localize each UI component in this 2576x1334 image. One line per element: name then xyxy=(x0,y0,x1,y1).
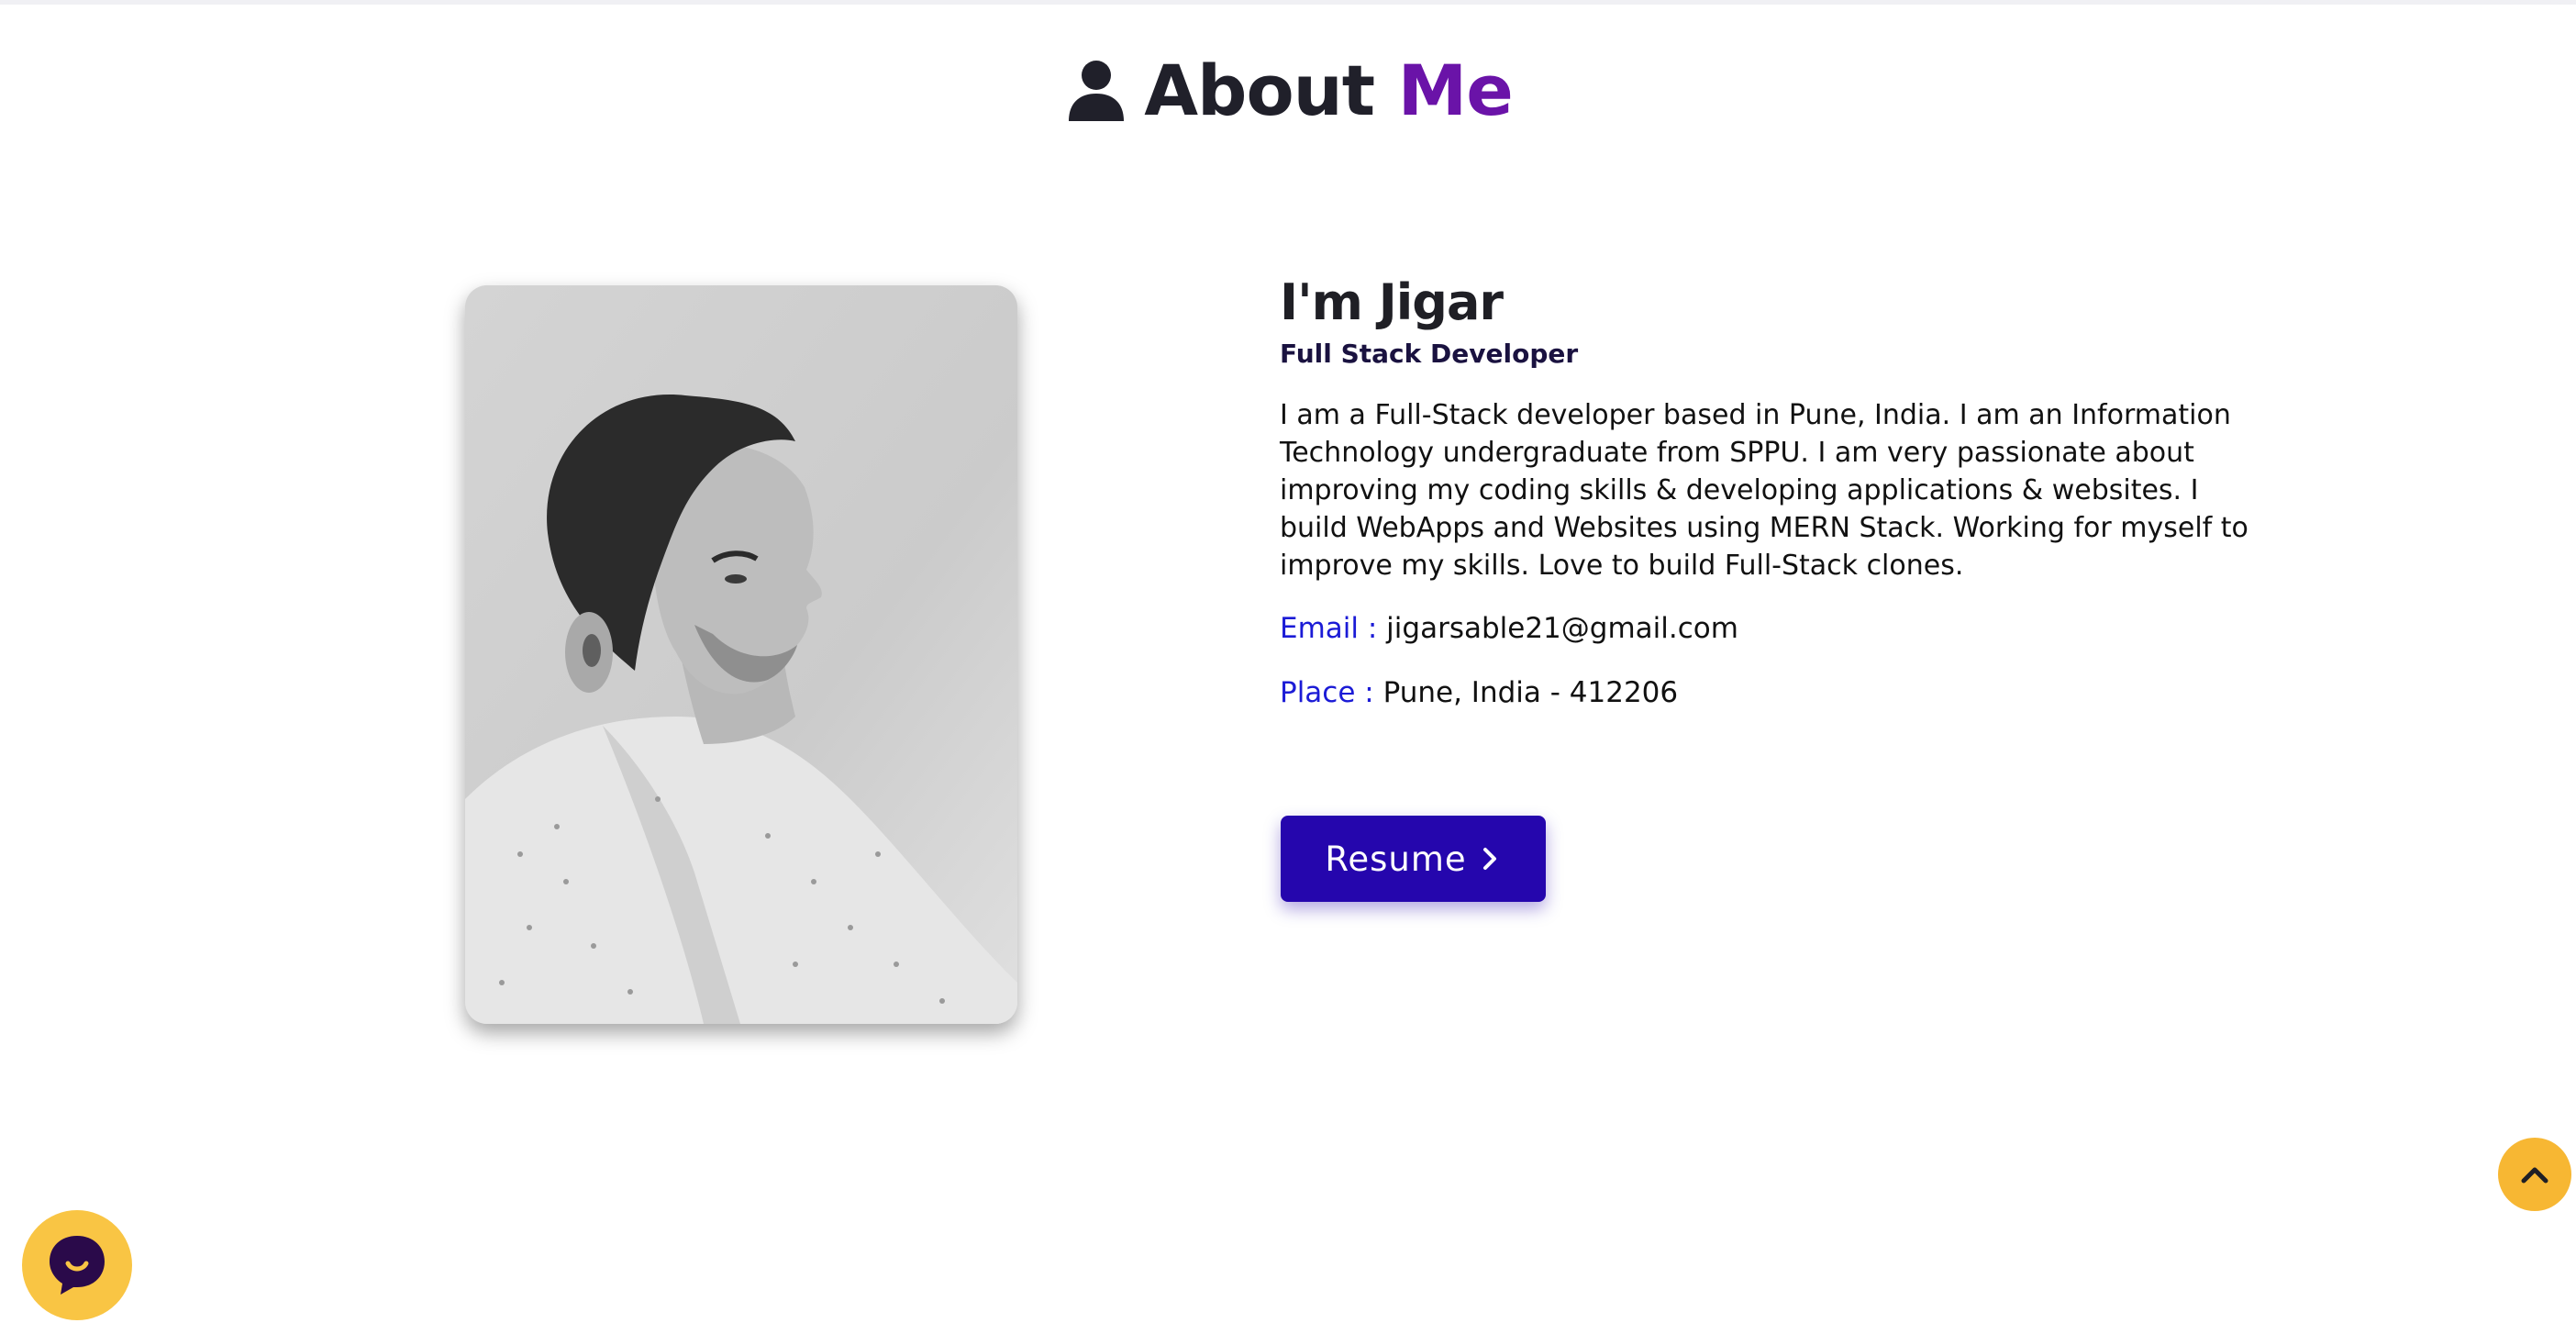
resume-label: Resume xyxy=(1325,839,1467,879)
user-icon xyxy=(1069,61,1125,121)
page-title: About Me xyxy=(1144,49,1514,131)
place-line: Place : Pune, India - 412206 xyxy=(1280,674,2271,711)
email-line: Email : jigarsable21@gmail.com xyxy=(1280,610,2271,647)
email-label: Email : xyxy=(1280,612,1378,645)
about-content: I'm Jigar Full Stack Developer I am a Fu… xyxy=(1280,273,2271,711)
chat-widget-button[interactable] xyxy=(22,1210,132,1320)
chevron-right-icon xyxy=(1482,848,1496,870)
profile-role: Full Stack Developer xyxy=(1280,339,1579,369)
top-border xyxy=(0,0,2576,5)
resume-button[interactable]: Resume xyxy=(1281,816,1546,902)
section-heading: About Me xyxy=(0,48,2576,132)
scroll-to-top-button[interactable] xyxy=(2498,1138,2571,1211)
place-value: Pune, India - 412206 xyxy=(1382,676,1679,709)
title-plain: About xyxy=(1144,49,1375,131)
chat-bubble-icon xyxy=(50,1236,105,1295)
title-accent: Me xyxy=(1397,49,1514,131)
profile-photo xyxy=(465,285,1017,1024)
profile-bio: I am a Full-Stack developer based in Pun… xyxy=(1280,399,2248,582)
place-label: Place : xyxy=(1280,676,1374,709)
chevron-up-icon xyxy=(2521,1167,2548,1184)
email-value: jigarsable21@gmail.com xyxy=(1386,612,1738,645)
profile-name: I'm Jigar xyxy=(1280,273,1504,331)
